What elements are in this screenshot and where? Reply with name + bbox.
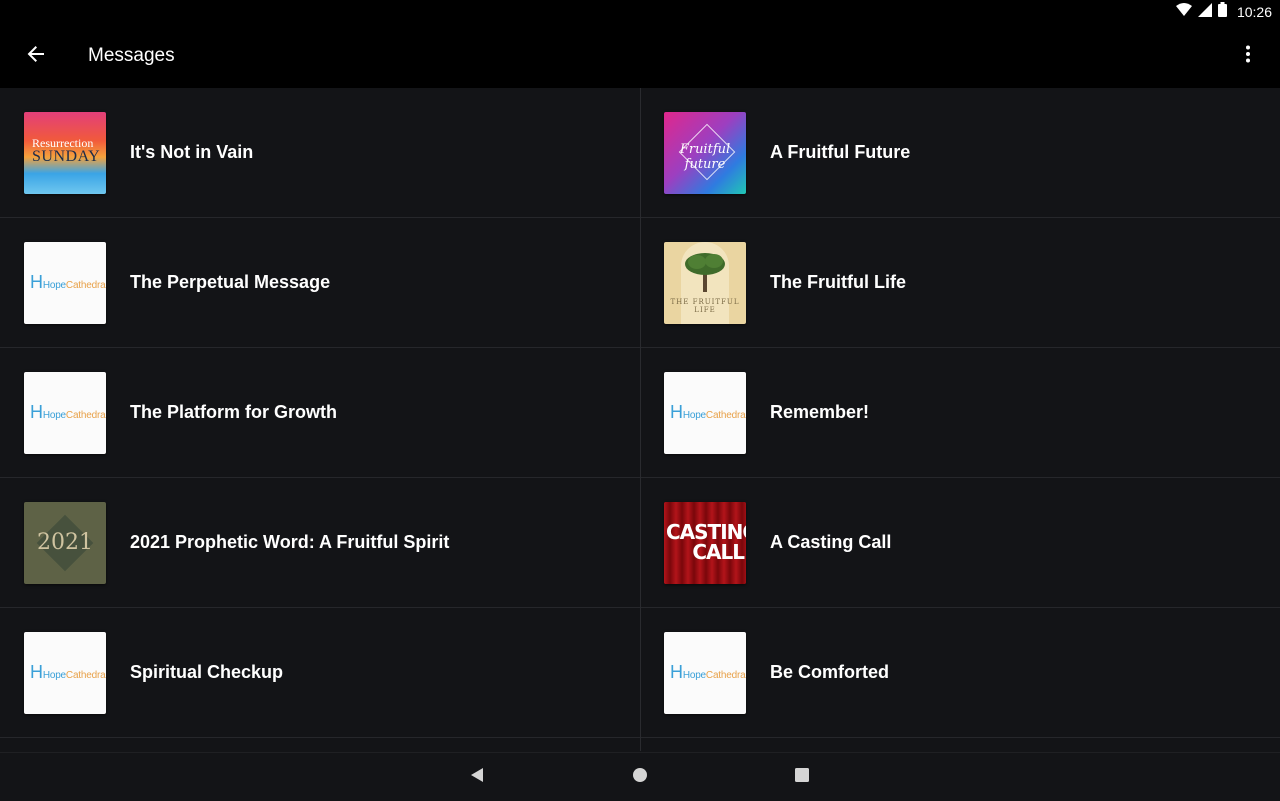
message-title: 2021 Prophetic Word: A Fruitful Spirit [130, 532, 450, 552]
hope-cathedral-logo: HHopeCathedral [30, 661, 106, 682]
thumbnail-text: SUNDAY [32, 147, 101, 165]
battery-icon [1217, 2, 1227, 22]
message-item[interactable]: Resurrection SUNDAY It's Not in Vain [0, 88, 640, 218]
nav-home-button[interactable] [616, 753, 664, 801]
thumbnail-text: 2021 [37, 529, 93, 555]
hope-cathedral-logo: HHopeCathedral [670, 401, 746, 422]
arrow-back-icon [26, 44, 46, 69]
system-nav-bar [0, 752, 1280, 801]
message-item[interactable]: HHopeCathedral Remember! [640, 348, 1280, 478]
message-thumbnail: HHopeCathedral [24, 371, 106, 454]
message-thumbnail: Resurrection SUNDAY [24, 111, 106, 194]
column-divider [640, 88, 641, 751]
message-title: Remember! [770, 402, 870, 422]
nav-recents-button[interactable] [778, 753, 826, 801]
message-item[interactable]: HHopeCathedral The Perpetual Message [0, 218, 640, 348]
message-title: A Casting Call [770, 532, 892, 552]
status-time: 10:26 [1236, 4, 1272, 20]
back-button[interactable] [12, 32, 60, 80]
message-thumbnail: Fruitful future [664, 111, 746, 194]
hope-cathedral-logo: HHopeCathedral [670, 661, 746, 682]
message-title: The Perpetual Message [130, 272, 331, 292]
more-vert-icon [1245, 45, 1251, 68]
status-bar: 10:26 [0, 0, 1280, 24]
message-title: Be Comforted [770, 662, 890, 682]
message-thumbnail: THE FRUITFUL LIFE [664, 241, 746, 324]
nav-recents-icon [794, 767, 810, 788]
message-thumbnail: HHopeCathedral [664, 631, 746, 714]
message-item[interactable]: 2021 2021 Prophetic Word: A Fruitful Spi… [0, 478, 640, 608]
wifi-icon [1175, 2, 1192, 22]
message-thumbnail: CASTING CALL [664, 501, 746, 584]
message-item[interactable]: HHopeCathedral The Platform for Growth [0, 348, 640, 478]
more-options-button[interactable] [1224, 32, 1272, 80]
hope-cathedral-logo: HHopeCathedral [30, 271, 106, 292]
message-item[interactable]: HHopeCathedral Spiritual Checkup [0, 608, 640, 738]
message-item[interactable]: THE FRUITFUL LIFE The Fruitful Life [640, 218, 1280, 348]
message-title: The Platform for Growth [130, 402, 337, 422]
message-item[interactable]: CASTING CALL A Casting Call [640, 478, 1280, 608]
page-title: Messages [88, 45, 175, 66]
message-title: The Fruitful Life [770, 272, 906, 292]
message-thumbnail: 2021 [24, 501, 106, 584]
message-thumbnail: HHopeCathedral [24, 631, 106, 714]
message-title: A Fruitful Future [770, 142, 911, 162]
hope-cathedral-logo: HHopeCathedral [30, 401, 106, 422]
nav-back-button[interactable] [453, 753, 501, 801]
message-title: Spiritual Checkup [130, 662, 284, 682]
nav-back-icon [469, 767, 485, 788]
cell-signal-icon [1197, 2, 1212, 22]
thumbnail-text: Fruitful future [679, 141, 731, 172]
message-item[interactable]: Fruitful future A Fruitful Future [640, 88, 1280, 218]
thumbnail-text: THE FRUITFUL LIFE [670, 297, 740, 314]
message-item[interactable]: HHopeCathedral Be Comforted [640, 608, 1280, 738]
status-icons: 10:26 [1175, 0, 1272, 24]
nav-home-icon [632, 767, 648, 788]
message-title: It's Not in Vain [130, 142, 254, 162]
app-bar: Messages [0, 24, 1280, 88]
thumbnail-text: CALL [692, 539, 745, 564]
message-thumbnail: HHopeCathedral [664, 371, 746, 454]
message-thumbnail: HHopeCathedral [24, 241, 106, 324]
